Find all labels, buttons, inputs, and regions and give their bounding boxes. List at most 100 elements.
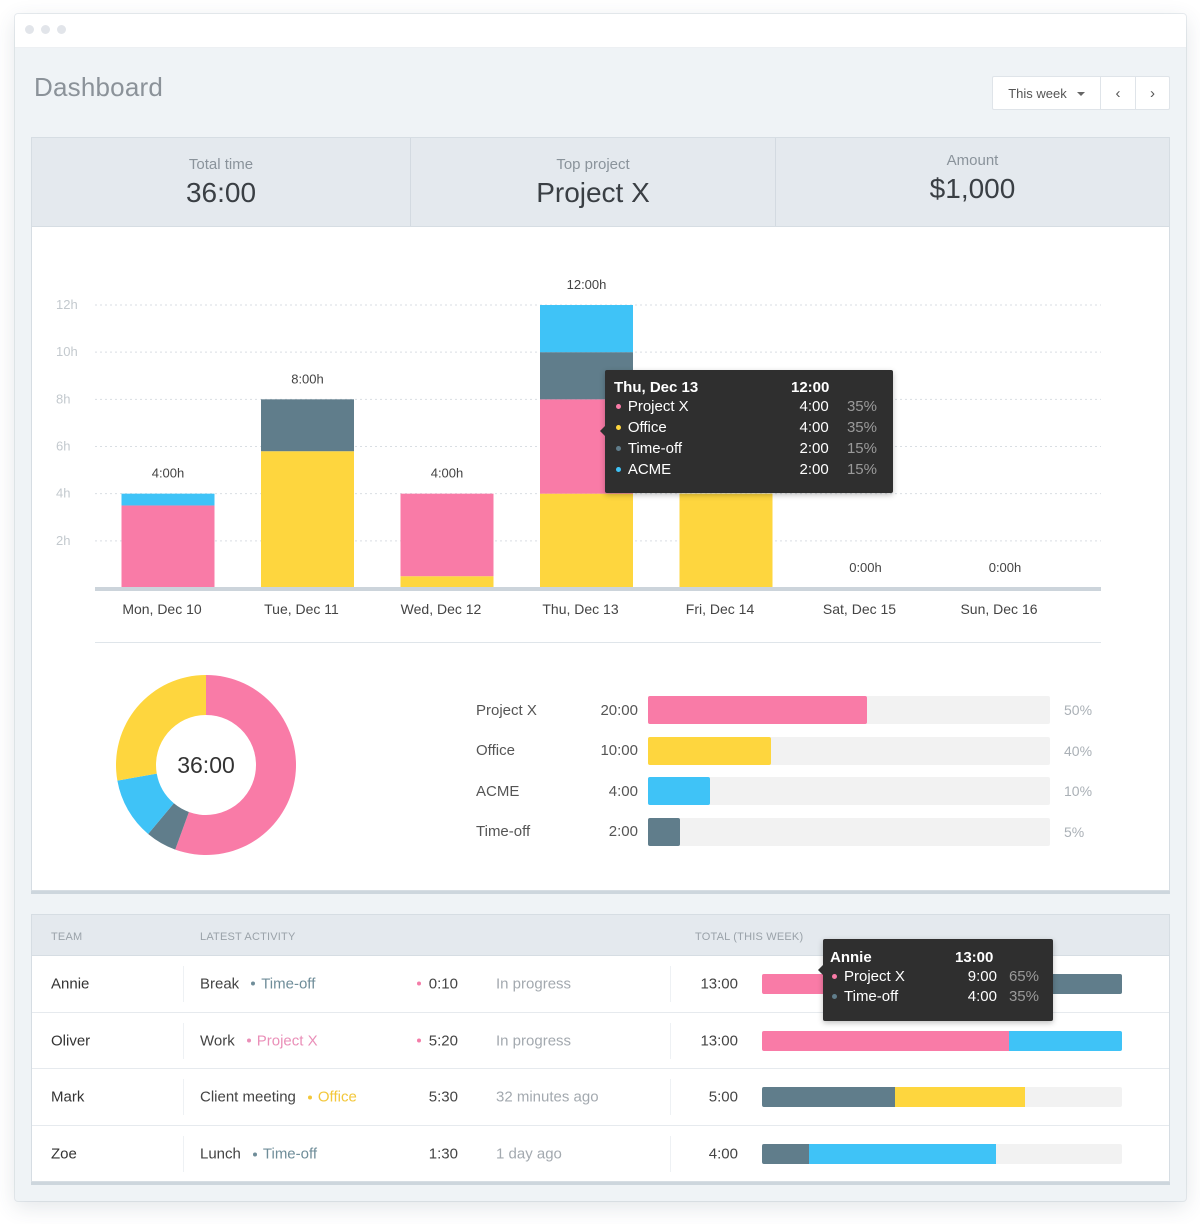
tooltip-row-time: 2:00 bbox=[799, 461, 829, 478]
bar-segment-project-x[interactable] bbox=[400, 493, 494, 577]
stat-label: Top project bbox=[556, 155, 630, 173]
stats-bar: Total time 36:00 Top project Project X A… bbox=[32, 138, 1169, 227]
project-dot-icon bbox=[252, 1152, 257, 1157]
tooltip-title: Thu, Dec 13 bbox=[614, 379, 699, 396]
project-breakdown-list: Project X 20:00 50% Office 10:00 40% ACME 4:00 1… bbox=[476, 690, 1116, 852]
tooltip-row: Time-off 4:00 35% bbox=[830, 986, 1039, 1006]
project-row[interactable]: ACME 4:00 10% bbox=[476, 771, 1116, 812]
stat-total-time: Total time 36:00 bbox=[32, 138, 411, 226]
weekly-total-bar[interactable] bbox=[762, 1087, 1122, 1108]
project-dot-icon bbox=[251, 981, 256, 986]
tooltip-header: Annie 13:00 bbox=[830, 949, 1039, 966]
stat-value: Project X bbox=[536, 176, 650, 208]
activity-description: Work bbox=[200, 1032, 235, 1050]
legend-dot-icon bbox=[832, 993, 837, 999]
project-dot-icon bbox=[307, 1095, 312, 1100]
activity-description: Break bbox=[200, 975, 240, 993]
tooltip-row-time: 4:00 bbox=[967, 987, 997, 1005]
page-title: Dashboard bbox=[34, 72, 163, 102]
x-tick-label: Sun, Dec 16 bbox=[960, 601, 1037, 617]
project-tag[interactable]: Time-off bbox=[252, 1145, 318, 1163]
section-divider bbox=[95, 642, 1101, 643]
project-tag[interactable]: Time-off bbox=[251, 975, 315, 992]
bar-segment-time-off bbox=[762, 1087, 896, 1108]
tooltip-row-percent: 15% bbox=[846, 440, 877, 457]
project-tag-label: Project X bbox=[256, 1032, 318, 1050]
header-total-week: TOTAL (THIS WEEK) bbox=[695, 931, 804, 943]
duration-value: 5:20 bbox=[428, 1032, 458, 1050]
project-name: Project X bbox=[476, 701, 537, 719]
tooltip-row-name: Time-off bbox=[627, 440, 683, 457]
weekly-total-bar[interactable] bbox=[762, 1144, 1122, 1165]
table-row[interactable]: Oliver Work Project X 5:20 In progress 13:00 bbox=[32, 1013, 1169, 1070]
column-separator bbox=[670, 965, 671, 1002]
bar-segment-time-off[interactable] bbox=[261, 399, 354, 452]
project-percent: 10% bbox=[1064, 783, 1093, 800]
activity-status: 32 minutes ago bbox=[496, 1088, 599, 1106]
bar-segment-acme[interactable] bbox=[121, 493, 215, 506]
project-name: ACME bbox=[476, 782, 520, 800]
tooltip-row-name: ACME bbox=[627, 461, 672, 478]
x-tick-label: Fri, Dec 14 bbox=[686, 601, 755, 617]
duration-value: 0:10 bbox=[428, 975, 458, 993]
duration-value: 1:30 bbox=[428, 1145, 458, 1163]
table-row[interactable]: Mark Client meeting Office 5:30 32 minutes a… bbox=[32, 1069, 1169, 1127]
bar-segment-office[interactable] bbox=[400, 576, 494, 588]
project-bar-track bbox=[648, 777, 1050, 805]
next-week-button[interactable]: › bbox=[1135, 77, 1169, 109]
header-team: TEAM bbox=[51, 931, 83, 943]
project-tag-label: Time-off bbox=[262, 1145, 318, 1163]
project-row[interactable]: Time-off 2:00 5% bbox=[476, 812, 1116, 853]
header-latest-activity: LATEST ACTIVITY bbox=[200, 931, 296, 943]
latest-activity: Lunch Time-off bbox=[200, 1146, 317, 1163]
team-activity-table: TEAM LATEST ACTIVITY TOTAL (THIS WEEK) A… bbox=[31, 914, 1170, 1182]
range-dropdown[interactable]: This week bbox=[993, 77, 1101, 109]
project-time: 2:00 bbox=[608, 823, 638, 841]
weekly-total-bar[interactable] bbox=[762, 1030, 1122, 1051]
project-row[interactable]: Project X 20:00 50% bbox=[476, 690, 1116, 731]
activity-status: 1 day ago bbox=[496, 1145, 562, 1163]
activity-description: Lunch bbox=[200, 1145, 241, 1163]
project-bar-track bbox=[648, 817, 1050, 846]
latest-activity: Work Project X bbox=[200, 1032, 318, 1049]
project-dot-icon bbox=[246, 1038, 251, 1043]
tooltip-row-percent: 35% bbox=[846, 419, 877, 436]
tooltip-row-time: 4:00 bbox=[799, 398, 829, 415]
project-bar-fill bbox=[648, 817, 681, 846]
member-name: Mark bbox=[51, 1088, 85, 1106]
x-tick-label: Mon, Dec 10 bbox=[122, 601, 202, 617]
x-tick-label: Tue, Dec 11 bbox=[264, 601, 339, 617]
legend-dot-icon bbox=[616, 425, 621, 430]
project-tag[interactable]: Office bbox=[307, 1088, 357, 1106]
project-tag[interactable]: Project X bbox=[246, 1032, 318, 1050]
project-bar-fill bbox=[648, 696, 868, 724]
maximize-dot-icon[interactable] bbox=[57, 25, 66, 34]
app-window: Dashboard This week ‹ › Total time 36:00… bbox=[15, 14, 1186, 1201]
stat-value: $1,000 bbox=[929, 172, 1016, 204]
latest-activity: Break Time-off bbox=[200, 975, 315, 992]
summary-card: Total time 36:00 Top project Project X A… bbox=[31, 137, 1170, 891]
bar-segment-project-x[interactable] bbox=[121, 505, 215, 588]
bar-total-label: 12:00h bbox=[567, 277, 607, 292]
y-tick-label: 2h bbox=[56, 533, 70, 548]
project-time: 20:00 bbox=[600, 701, 638, 719]
x-tick-label: Thu, Dec 13 bbox=[542, 601, 618, 617]
project-tag-label: Office bbox=[317, 1088, 357, 1106]
tooltip-row-time: 2:00 bbox=[799, 440, 829, 457]
tooltip-total: 12:00 bbox=[791, 379, 830, 396]
close-dot-icon[interactable] bbox=[25, 25, 34, 34]
bar-total-label: 0:00h bbox=[989, 560, 1022, 575]
tooltip-row: Project X 4:00 35% bbox=[614, 396, 877, 417]
bar-segment-acme[interactable] bbox=[540, 305, 633, 353]
tooltip-row-percent: 35% bbox=[846, 398, 877, 415]
minimize-dot-icon[interactable] bbox=[41, 25, 50, 34]
bar-segment-acme bbox=[1008, 1030, 1122, 1051]
bar-segment-office[interactable] bbox=[261, 451, 354, 588]
bar-segment-office[interactable] bbox=[679, 493, 773, 588]
table-row[interactable]: Zoe Lunch Time-off 1:30 1 day ago 4:00 bbox=[32, 1126, 1169, 1183]
previous-week-button[interactable]: ‹ bbox=[1101, 77, 1135, 109]
activity-status: In progress bbox=[496, 1032, 572, 1050]
range-dropdown-label: This week bbox=[1008, 85, 1067, 101]
bar-segment-office[interactable] bbox=[540, 493, 633, 588]
project-row[interactable]: Office 10:00 40% bbox=[476, 731, 1116, 772]
